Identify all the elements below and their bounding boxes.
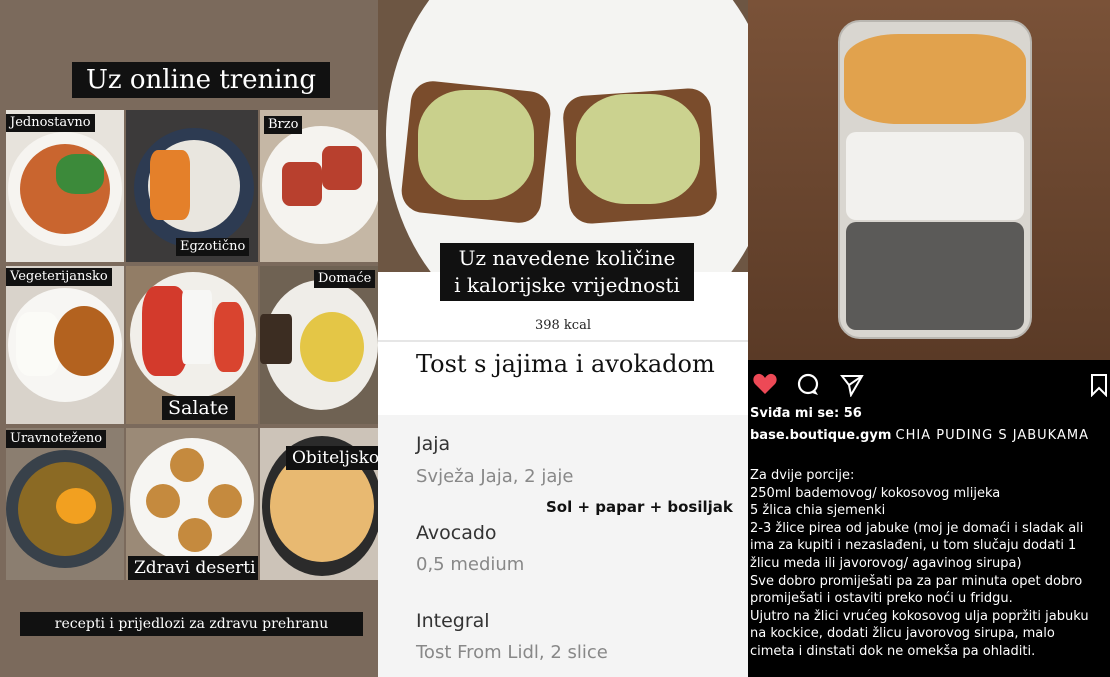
ingredient-desc: Svježa Jaja, 2 jaje bbox=[416, 466, 574, 487]
headline-line-2: i kalorijske vrijednosti bbox=[454, 273, 680, 297]
tile-label: Domaće bbox=[314, 270, 376, 288]
comment-icon[interactable] bbox=[796, 373, 820, 397]
caption-title: CHIA PUDING S JABUKAMA bbox=[895, 428, 1089, 443]
tile-label: Brzo bbox=[264, 116, 303, 134]
caption-line: Za dvije porcije: bbox=[750, 468, 855, 483]
panel-footer: recepti i prijedlozi za zdravu prehranu bbox=[20, 612, 363, 636]
ingredient-desc: 0,5 medium bbox=[416, 554, 525, 575]
tile-label: Uravnoteženo bbox=[6, 430, 107, 448]
tile-egzoticno: Egzotično bbox=[126, 110, 258, 262]
recipe-title: Tost s jajima i avokadom bbox=[416, 350, 715, 378]
ingredient-name: Avocado bbox=[416, 522, 497, 544]
tile-vegeterijansko: Vegeterijansko bbox=[6, 266, 124, 424]
tile-label: Egzotično bbox=[176, 238, 250, 256]
tile-zdravi-deserti: Zdravi deserti bbox=[126, 428, 258, 580]
headline-line-1: Uz navedene količine bbox=[458, 246, 676, 270]
caption-header: base.boutique.gym CHIA PUDING S JABUKAMA bbox=[750, 427, 1106, 445]
username-link[interactable]: base.boutique.gym bbox=[750, 428, 891, 443]
ingredient-name: Integral bbox=[416, 610, 490, 632]
bookmark-icon[interactable] bbox=[1090, 373, 1108, 397]
headline: Uz navedene količine i kalorijske vrijed… bbox=[440, 243, 694, 301]
caption-line: cimeta i dinstati dok ne omekša pa ohlad… bbox=[750, 643, 1036, 659]
likes-count: Sviđa mi se: 56 bbox=[750, 406, 862, 421]
caption-line: 2-3 žlice pirea od jabuke (moj je domaći… bbox=[750, 520, 1084, 536]
caption-line: promiješati i ostaviti preko noći u frid… bbox=[750, 591, 1013, 607]
caption-line: Sve dobro promiješati pa za par minuta o… bbox=[750, 573, 1083, 589]
ingredient-desc: Tost From Lidl, 2 slice bbox=[416, 642, 608, 663]
tile-salate: Salate bbox=[126, 266, 258, 424]
story-panel-meal-categories: Uz online trening Jednostavno Egzotično … bbox=[0, 0, 378, 677]
ingredient-name: Jaja bbox=[416, 433, 451, 455]
divider bbox=[378, 340, 748, 342]
tile-label: Vegeterijansko bbox=[6, 268, 112, 286]
tile-obiteljsko: Obiteljsko bbox=[260, 428, 378, 580]
chia-pudding-photo bbox=[748, 0, 1110, 360]
caption-line: 250ml bademovog/ kokosovog mlijeka bbox=[750, 485, 1001, 501]
caption-body: Za dvije porcije: 250ml bademovog/ kokos… bbox=[750, 467, 1106, 661]
caption-line: ima za kupiti i nezaslađeni, u tom sluča… bbox=[750, 538, 1077, 554]
heart-icon[interactable] bbox=[752, 372, 778, 396]
panel-title: Uz online trening bbox=[72, 62, 330, 98]
kcal-value: 398 kcal bbox=[534, 318, 591, 333]
caption-line: žlicu meda ili javorovog/ agavinog sirup… bbox=[750, 555, 1022, 571]
share-icon[interactable] bbox=[840, 373, 864, 397]
tile-domace: Domaće bbox=[260, 266, 378, 424]
instagram-post: Sviđa mi se: 56 base.boutique.gym CHIA P… bbox=[748, 0, 1110, 677]
tile-label: Salate bbox=[162, 396, 235, 420]
caption-line: Ujutro na žlici vrućeg kokosovog ulja po… bbox=[750, 608, 1089, 624]
spice-note: Sol + papar + bosiljak bbox=[546, 498, 733, 516]
tile-uravnotezeno: Uravnoteženo bbox=[6, 428, 124, 580]
tile-label: Obiteljsko bbox=[286, 446, 378, 470]
tile-brzo: Brzo bbox=[260, 110, 378, 262]
caption-line: na kockice, dodati žlicu javorovog sirup… bbox=[750, 626, 1055, 642]
post-actions bbox=[748, 372, 1110, 397]
tile-label: Zdravi deserti bbox=[128, 556, 258, 580]
caption-line: 5 žlica chia sjemenki bbox=[750, 503, 886, 519]
story-panel-recipe: Uz navedene količine i kalorijske vrijed… bbox=[378, 0, 748, 677]
tile-label: Jednostavno bbox=[6, 114, 95, 132]
tile-jednostavno: Jednostavno bbox=[6, 110, 124, 262]
